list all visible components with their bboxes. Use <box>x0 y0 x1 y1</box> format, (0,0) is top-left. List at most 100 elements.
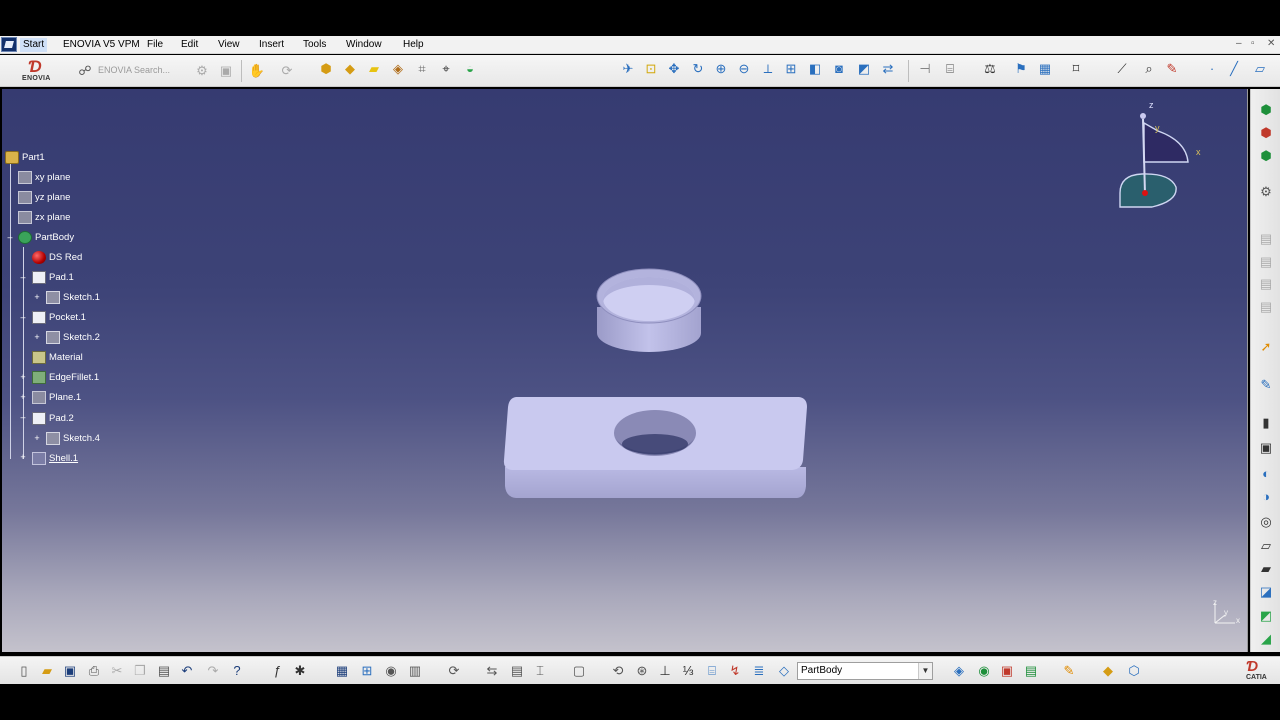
restore-button[interactable]: ▫ <box>1251 38 1255 49</box>
menu-tools[interactable]: Tools <box>300 38 329 52</box>
multi-view-icon[interactable]: ⊞ <box>782 60 800 78</box>
chevron-down-icon[interactable]: ▼ <box>918 663 932 679</box>
capture-icon[interactable]: ▢ <box>570 662 588 680</box>
sketch-tool-icon[interactable]: ⌕ <box>1140 60 1158 78</box>
update-icon[interactable]: ⟳ <box>445 662 463 680</box>
grid-icon[interactable]: ▦ <box>1036 60 1054 78</box>
shaft-icon[interactable]: ◐ <box>1257 465 1275 483</box>
fillet-icon[interactable]: ◪ <box>1257 583 1275 601</box>
insert-sketch-icon[interactable]: ▤ <box>1257 298 1275 316</box>
menu-insert[interactable]: Insert <box>256 38 287 52</box>
enovia-save-icon[interactable]: ▣ <box>217 62 235 80</box>
enovia-options-icon[interactable]: ⚙ <box>193 62 211 80</box>
current-body-select[interactable]: PartBody ▼ <box>797 662 933 680</box>
dimension-icon[interactable]: ↯ <box>726 662 744 680</box>
pocket-icon[interactable]: ▣ <box>1257 439 1275 457</box>
knowledge-icon[interactable]: ✱ <box>291 662 309 680</box>
axis-system-icon[interactable]: ⊥ <box>656 662 674 680</box>
parameters-icon[interactable]: ⚙ <box>1257 183 1275 201</box>
swap-visible-space-icon[interactable]: ⇄ <box>879 60 897 78</box>
navigate-icon[interactable]: ⊛ <box>633 662 651 680</box>
cut-icon[interactable]: ✂ <box>108 662 126 680</box>
paint-icon[interactable]: ✎ <box>1163 60 1181 78</box>
pocket-tool-icon[interactable]: ◆ <box>341 60 359 78</box>
menu-view[interactable]: View <box>215 38 243 52</box>
menu-enovia[interactable]: ENOVIA V5 VPM <box>60 38 143 52</box>
menu-file[interactable]: File <box>144 38 166 52</box>
catalog-icon[interactable]: ▥ <box>406 662 424 680</box>
mirror-icon[interactable]: ⇆ <box>483 662 501 680</box>
zoom-out-icon[interactable]: ⊖ <box>735 60 753 78</box>
help-icon[interactable]: ? <box>228 662 246 680</box>
menu-help[interactable]: Help <box>400 38 427 52</box>
point-icon[interactable]: · <box>1203 60 1221 78</box>
workbench-sketcher-icon[interactable]: ⬢ <box>1257 101 1275 119</box>
enovia-explore-icon[interactable]: ✋ <box>248 62 266 80</box>
apply-appearance-icon[interactable]: ◈ <box>950 662 968 680</box>
menu-start[interactable]: Start <box>20 38 48 52</box>
slot-icon[interactable]: ▰ <box>1257 560 1275 578</box>
copy-icon[interactable]: ❐ <box>131 662 149 680</box>
multi-section-tool-icon[interactable]: ⌗ <box>413 60 431 78</box>
sketch-analysis-icon[interactable]: ⟋ <box>1113 60 1131 78</box>
draft-icon[interactable]: ◢ <box>1257 630 1275 648</box>
new-icon[interactable]: ▯ <box>15 662 33 680</box>
3d-part-model[interactable] <box>2 89 1248 652</box>
3d-viewport[interactable]: Part1 xy plane yz plane zx plane – PartB… <box>2 89 1248 652</box>
normal-view-icon[interactable]: ⟂ <box>759 60 777 78</box>
measure-icon[interactable]: ⌶ <box>531 662 549 680</box>
work-object-icon[interactable]: ◇ <box>775 662 793 680</box>
pad-icon[interactable]: ▮ <box>1257 414 1275 432</box>
hole-icon[interactable]: ◎ <box>1257 513 1275 531</box>
hide-show-icon[interactable]: ◩ <box>855 60 873 78</box>
rotate-icon[interactable]: ↻ <box>689 60 707 78</box>
workbench-part-icon[interactable]: ⬢ <box>1257 124 1275 142</box>
enovia-search-field[interactable]: ENOVIA Search... <box>98 65 170 75</box>
formula-icon[interactable]: ƒ <box>268 662 286 680</box>
texture-icon[interactable]: ▤ <box>1022 662 1040 680</box>
minimize-button[interactable]: – <box>1236 38 1242 49</box>
enovia-connect-icon[interactable]: ☍ <box>76 62 94 80</box>
enovia-sync-icon[interactable]: ⟳ <box>278 62 296 80</box>
chamfer-icon[interactable]: ◩ <box>1257 607 1275 625</box>
render-icon[interactable]: ◉ <box>975 662 993 680</box>
analysis-icon[interactable]: ⊞ <box>358 662 376 680</box>
undo-icon[interactable]: ↶ <box>178 662 196 680</box>
material-library-icon[interactable]: ▣ <box>998 662 1016 680</box>
plane-tool-icon[interactable]: ▱ <box>1251 60 1269 78</box>
menu-edit[interactable]: Edit <box>178 38 201 52</box>
pan-icon[interactable]: ✥ <box>665 60 683 78</box>
print-icon[interactable]: ⎙ <box>85 662 103 680</box>
insert-geoset-icon[interactable]: ▤ <box>1257 253 1275 271</box>
scan-icon[interactable]: ◉ <box>382 662 400 680</box>
shading-icon[interactable]: ◙ <box>830 60 848 78</box>
select-icon[interactable]: ⌑ <box>1067 60 1085 78</box>
shaft-tool-icon[interactable]: ▰ <box>365 60 383 78</box>
save-icon[interactable]: ▣ <box>61 662 79 680</box>
fly-mode-icon[interactable]: ✈ <box>619 60 637 78</box>
list-icon[interactable]: ≣ <box>750 662 768 680</box>
menu-window[interactable]: Window <box>343 38 385 52</box>
reorder-icon[interactable]: ⟲ <box>609 662 627 680</box>
fit-all-icon[interactable]: ⊡ <box>642 60 660 78</box>
redo-icon[interactable]: ↷ <box>204 662 222 680</box>
measure-between-icon[interactable]: ⊣ <box>916 60 934 78</box>
rib-tool-icon[interactable]: ◈ <box>389 60 407 78</box>
compass-widget[interactable] <box>1112 99 1212 219</box>
pad-tool-icon[interactable]: ⬢ <box>317 60 335 78</box>
constraint-icon[interactable]: ⚖ <box>981 60 999 78</box>
apply-material-icon[interactable]: ⚑ <box>1012 60 1030 78</box>
groove-icon[interactable]: ◑ <box>1257 488 1275 506</box>
app-logo-icon[interactable] <box>1 37 17 52</box>
brush-icon[interactable]: ✎ <box>1060 662 1078 680</box>
pattern-icon[interactable]: ▤ <box>508 662 526 680</box>
insert-body-icon[interactable]: ▤ <box>1257 230 1275 248</box>
isometric-view-icon[interactable]: ◧ <box>806 60 824 78</box>
paste-icon[interactable]: ▤ <box>155 662 173 680</box>
close-button[interactable]: ✕ <box>1267 38 1275 49</box>
insert-ordered-set-icon[interactable]: ▤ <box>1257 275 1275 293</box>
transform-icon[interactable]: ⬡ <box>1125 662 1143 680</box>
layer-icon[interactable]: ⌸ <box>703 662 721 680</box>
sketcher-icon[interactable]: ✎ <box>1257 376 1275 394</box>
line-icon[interactable]: ╱ <box>1225 60 1243 78</box>
